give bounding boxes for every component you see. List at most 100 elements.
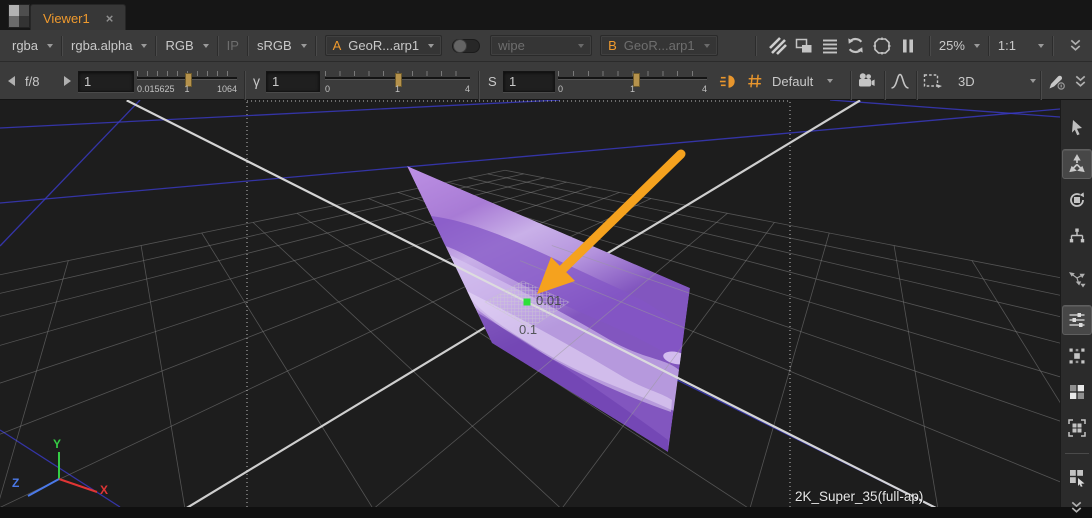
separator bbox=[61, 36, 63, 56]
viewport-3d[interactable]: 0.010.1YXZ2K_Super_35(full-ap)2K_Super_3… bbox=[0, 100, 1060, 507]
chevron-down-icon bbox=[1038, 44, 1044, 48]
viewer-toolbar-top: rgba rgba.alpha RGB IP sRGB A GeoR...arp… bbox=[0, 30, 1092, 62]
proxy-dropdown[interactable]: 1:1 bbox=[998, 38, 1044, 53]
gain-prev-stop-button[interactable] bbox=[8, 62, 15, 100]
refresh-icon[interactable] bbox=[843, 34, 869, 58]
chevron-down-icon bbox=[141, 44, 147, 48]
saturation-slider[interactable]: 0 1 4 bbox=[558, 71, 707, 95]
sidebar-collapse-icon[interactable] bbox=[1069, 500, 1084, 518]
vertex-handles-tool-button[interactable] bbox=[1062, 341, 1092, 371]
rotate-tool-button[interactable] bbox=[1062, 185, 1092, 215]
wireframe-hash-icon[interactable] bbox=[746, 62, 764, 100]
slider-labels: 0.015625 1 1064 bbox=[137, 84, 237, 94]
sidebar-divider bbox=[1065, 453, 1089, 454]
input-b-dropdown[interactable]: B GeoR...arp1 bbox=[600, 35, 718, 56]
chevron-down-icon bbox=[974, 44, 980, 48]
saturation-input[interactable] bbox=[503, 71, 555, 92]
translate-tool-button[interactable] bbox=[1062, 149, 1092, 179]
input-a-label: A bbox=[333, 38, 342, 53]
select-tool-button[interactable] bbox=[1062, 113, 1092, 143]
slider-labels: 0 1 4 bbox=[558, 84, 707, 94]
gamma-slider[interactable]: 0 1 4 bbox=[325, 71, 470, 95]
pause-icon[interactable] bbox=[895, 34, 921, 58]
eyedropper-icon[interactable] bbox=[1047, 62, 1067, 100]
lut-value: Default bbox=[772, 74, 813, 89]
separator bbox=[217, 36, 219, 56]
colorspace-value: sRGB bbox=[257, 38, 292, 53]
filter-curve-icon[interactable] bbox=[890, 62, 910, 100]
chevron-down-icon bbox=[1030, 79, 1036, 83]
viewer-toolbar-view: f/8 0.015625 1 1064 γ 0 1 4 S 0 1 4 bbox=[0, 62, 1092, 100]
tab-label: Viewer1 bbox=[43, 11, 90, 26]
transform-axes-tool-button[interactable] bbox=[1062, 263, 1092, 293]
chevron-down-icon bbox=[827, 79, 833, 83]
close-icon[interactable]: × bbox=[106, 11, 114, 26]
svg-text:Y: Y bbox=[53, 437, 61, 451]
display-value: RGB bbox=[165, 38, 193, 53]
gamma-symbol: γ bbox=[253, 62, 260, 100]
slider-labels: 0 1 4 bbox=[325, 84, 470, 94]
roi-target-icon[interactable] bbox=[869, 34, 895, 58]
toggle-knob bbox=[453, 39, 467, 53]
input-a-value: GeoR...arp1 bbox=[348, 38, 419, 53]
cursor-arrow-icon bbox=[1072, 120, 1082, 135]
proxy-value: 1:1 bbox=[998, 38, 1016, 53]
headlamp-lighting-icon[interactable] bbox=[719, 62, 738, 100]
separator bbox=[929, 36, 931, 56]
gain-next-stop-button[interactable] bbox=[64, 62, 71, 100]
input-process-button[interactable]: IP bbox=[227, 38, 239, 53]
input-process-label: IP bbox=[227, 38, 239, 53]
collapse-toolbar-icon[interactable] bbox=[1073, 62, 1088, 100]
separator bbox=[755, 36, 757, 56]
marquee-select-icon[interactable] bbox=[922, 62, 944, 100]
zoom-dropdown[interactable]: 25% bbox=[939, 38, 980, 53]
gain-input[interactable] bbox=[78, 71, 134, 92]
scale-tool-button[interactable] bbox=[1062, 221, 1092, 251]
channels-value: rgba bbox=[12, 38, 38, 53]
view-mode-dropdown[interactable]: 3D bbox=[958, 62, 1036, 100]
display-channel-dropdown[interactable]: RGB bbox=[165, 38, 208, 53]
chevron-down-icon bbox=[428, 44, 434, 48]
triangle-left-icon bbox=[8, 76, 15, 86]
input-a-dropdown[interactable]: A GeoR...arp1 bbox=[325, 35, 443, 56]
viewer-colorspace-dropdown[interactable]: sRGB bbox=[257, 38, 307, 53]
collapse-toolbar-icon[interactable] bbox=[1062, 34, 1088, 58]
layer-dropdown[interactable]: rgba.alpha bbox=[71, 38, 147, 53]
triangle-right-icon bbox=[64, 76, 71, 86]
adjust-sliders-tool-button[interactable] bbox=[1062, 305, 1092, 335]
zoom-value: 25% bbox=[939, 38, 965, 53]
wipe-dropdown[interactable]: wipe bbox=[490, 35, 592, 56]
gamma-input[interactable] bbox=[266, 71, 320, 92]
pane-menu-icon[interactable] bbox=[8, 4, 30, 28]
tab-viewer1[interactable]: Viewer1 × bbox=[30, 4, 126, 31]
selection-point bbox=[524, 299, 531, 306]
camera-icon[interactable] bbox=[856, 62, 876, 100]
separator bbox=[247, 36, 249, 56]
wipe-value: wipe bbox=[498, 38, 525, 53]
input-b-value: GeoR...arp1 bbox=[624, 38, 695, 53]
monitor-out-icon[interactable] bbox=[791, 34, 817, 58]
point-label-primary: 0.01 bbox=[536, 293, 561, 308]
lut-dropdown[interactable]: Default bbox=[772, 62, 833, 100]
separator bbox=[155, 36, 157, 56]
layout-select-tool-button[interactable] bbox=[1062, 462, 1092, 492]
channel-stack-icon[interactable] bbox=[817, 34, 843, 58]
gain-stop-label: f/8 bbox=[25, 62, 39, 100]
layout-grid-tool-button[interactable] bbox=[1062, 377, 1092, 407]
format-label: 2K_Super_35(full-ap) bbox=[795, 489, 923, 504]
separator bbox=[315, 36, 317, 56]
separator bbox=[988, 36, 990, 56]
separator bbox=[1052, 36, 1054, 56]
chevron-down-icon bbox=[301, 44, 307, 48]
svg-text:Z: Z bbox=[12, 476, 19, 490]
gain-slider[interactable]: 0.015625 1 1064 bbox=[137, 71, 237, 95]
checkerboard-stripes-icon[interactable] bbox=[765, 34, 791, 58]
tab-bar: Viewer1 × bbox=[0, 0, 1092, 30]
point-label-secondary: 0.1 bbox=[519, 322, 537, 337]
channels-dropdown[interactable]: rgba bbox=[4, 38, 53, 53]
wipe-toggle[interactable] bbox=[452, 39, 480, 53]
input-b-label: B bbox=[608, 38, 617, 53]
chevron-down-icon bbox=[47, 44, 53, 48]
frame-grid-tool-button[interactable] bbox=[1062, 413, 1092, 443]
layer-value: rgba.alpha bbox=[71, 38, 132, 53]
